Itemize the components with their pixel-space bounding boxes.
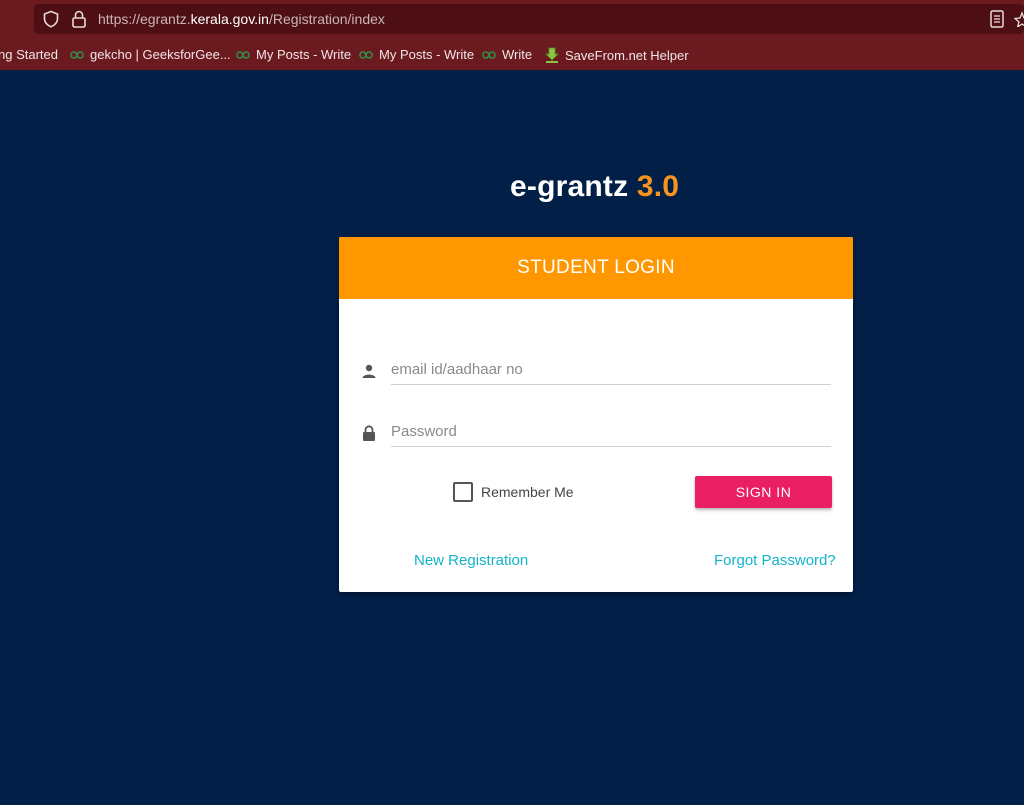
shield-icon[interactable] [42,10,60,28]
login-title: STUDENT LOGIN [517,257,675,278]
download-arrow-icon [545,47,559,63]
login-card: STUDENT LOGIN Remember Me SIGN IN New Re… [339,237,853,592]
bookmark-label: SaveFrom.net Helper [565,47,689,63]
remember-me-checkbox[interactable] [453,482,473,502]
geeksforgeeks-icon [482,50,496,59]
brand-version: 3.0 [636,170,680,203]
bookmark-savefrom[interactable]: SaveFrom.net Helper [545,47,689,63]
lock-icon[interactable] [70,9,88,29]
remember-me-label: Remember Me [481,484,574,500]
url-text[interactable]: https://egrantz.kerala.gov.in/Registrati… [98,11,385,27]
bookmark-label: Write [502,47,533,62]
url-path: /Registration/index [268,11,385,27]
brand-logo: e-grantz 3.0 [510,170,679,204]
user-icon [362,364,376,378]
bookmark-my-posts-1[interactable]: My Posts - Write [236,47,351,62]
bookmark-label: My Posts - Write [256,47,352,62]
sign-in-button[interactable]: SIGN IN [695,476,832,508]
login-card-header: STUDENT LOGIN [339,237,853,299]
url-prefix: https://egrantz. [98,11,191,27]
forgot-password-link[interactable]: Forgot Password? [714,552,836,569]
lock-icon [363,425,375,441]
bookmark-getting-started[interactable]: ng Started [0,47,58,62]
geeksforgeeks-icon [70,50,84,59]
geeksforgeeks-icon [359,50,373,59]
geeksforgeeks-icon [236,50,250,59]
username-input[interactable] [391,355,831,385]
reader-view-icon[interactable] [990,10,1004,28]
bookmark-my-posts-2[interactable]: My Posts - Write [359,47,474,62]
browser-toolbar: https://egrantz.kerala.gov.in/Registrati… [0,0,1024,40]
bookmark-write[interactable]: Write [482,47,532,62]
url-domain: kerala.gov.in [190,11,269,27]
bookmark-label: ng Started [0,47,58,62]
bookmark-gekcho[interactable]: gekcho | GeeksforGee... [70,47,231,62]
address-bar[interactable]: https://egrantz.kerala.gov.in/Registrati… [34,4,1024,34]
password-input[interactable] [391,417,831,447]
bookmark-label: gekcho | GeeksforGee... [90,47,231,62]
remember-me[interactable]: Remember Me [453,482,574,502]
bookmark-star-icon[interactable] [1014,11,1024,27]
brand-name: e-grantz [510,170,629,203]
bookmarks-bar: ng Started gekcho | GeeksforGee... My Po… [0,40,1024,70]
new-registration-link[interactable]: New Registration [414,552,528,569]
bookmark-label: My Posts - Write [379,47,475,62]
